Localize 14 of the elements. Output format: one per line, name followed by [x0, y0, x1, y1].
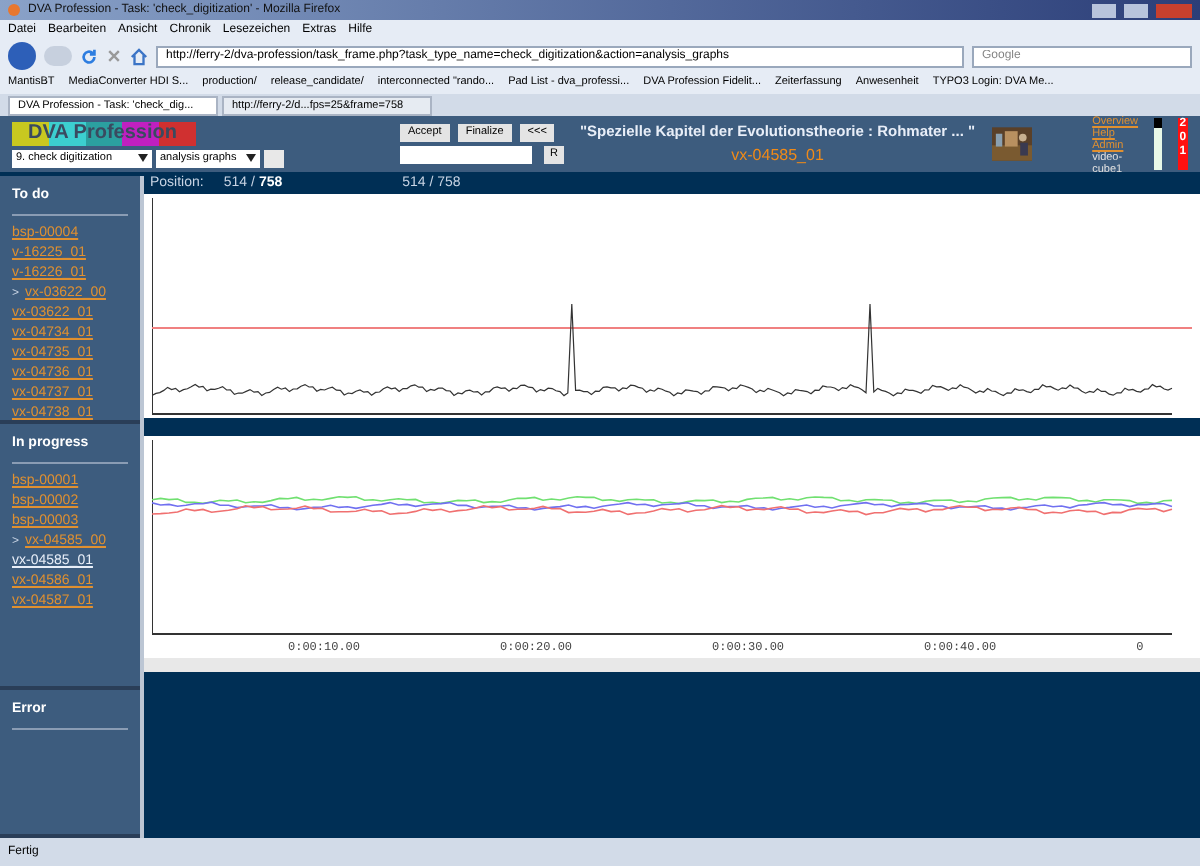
video-id: vx-04585_01	[731, 143, 824, 168]
text-field[interactable]	[400, 146, 532, 164]
horizontal-scrollbar[interactable]	[144, 658, 1200, 672]
home-icon[interactable]	[130, 47, 148, 65]
small-button[interactable]	[264, 149, 284, 167]
reload-icon[interactable]	[80, 47, 98, 65]
meter	[1154, 118, 1162, 170]
minimize-button[interactable]	[1092, 3, 1116, 17]
stop-icon[interactable]	[106, 48, 122, 64]
firefox-icon	[8, 4, 20, 16]
maximize-button[interactable]	[1124, 3, 1148, 17]
caret-icon	[138, 154, 148, 162]
caret-icon	[246, 154, 256, 162]
back-button[interactable]	[8, 42, 36, 70]
